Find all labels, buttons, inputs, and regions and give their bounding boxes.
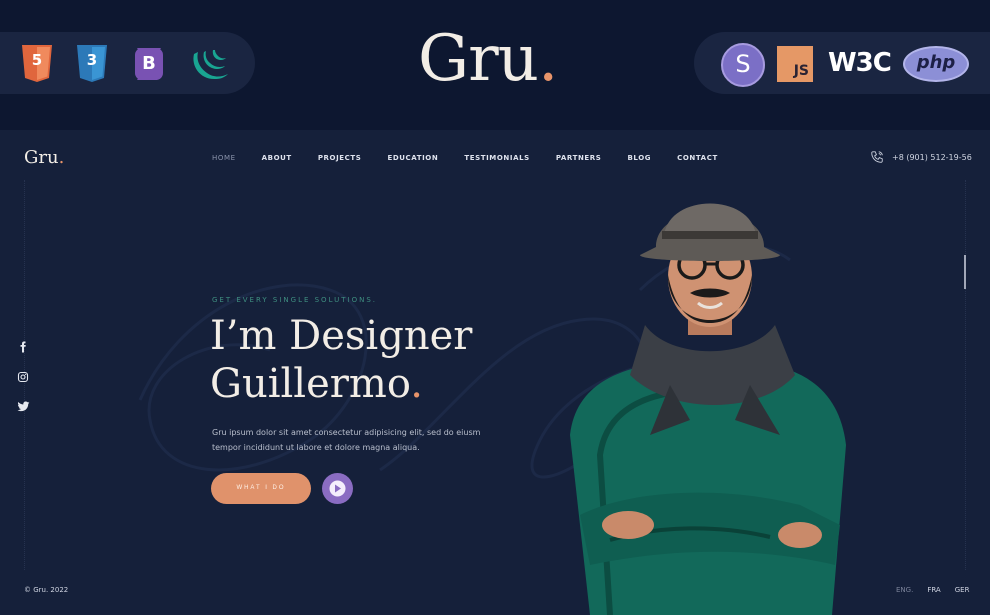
html5-icon: 5 xyxy=(20,43,54,83)
website-preview: Gru. HOME ABOUT PROJECTS EDUCATION TESTI… xyxy=(0,130,990,615)
nav-blog[interactable]: BLOG xyxy=(627,154,651,162)
main-nav: HOME ABOUT PROJECTS EDUCATION TESTIMONIA… xyxy=(212,154,744,162)
what-i-do-button[interactable]: WHAT I DO xyxy=(211,473,311,504)
headline-dot: . xyxy=(410,361,423,407)
facebook-icon[interactable] xyxy=(17,338,29,357)
lang-eng[interactable]: ENG. xyxy=(896,586,913,594)
bootstrap-icon: B xyxy=(129,44,169,84)
headline-line-1: I’m Designer xyxy=(210,313,473,359)
language-switcher: ENG. FRA GER xyxy=(896,586,969,594)
play-icon xyxy=(329,480,346,497)
nav-projects[interactable]: PROJECTS xyxy=(318,154,362,162)
phone-number: +8 (901) 512-19-56 xyxy=(892,152,972,162)
phone-icon xyxy=(871,151,883,163)
hero-eyebrow: GET EVERY SINGLE SOLUTIONS. xyxy=(212,296,377,304)
portrait-photo xyxy=(570,203,846,615)
phone-contact[interactable]: +8 (901) 512-19-56 xyxy=(870,150,972,164)
promo-banner: 5 3 B Gru. S JS W3C php xyxy=(0,0,990,130)
divider-right xyxy=(965,180,966,570)
play-video-button[interactable] xyxy=(322,473,353,504)
javascript-icon: JS xyxy=(777,46,813,82)
brand-logo: Gru. xyxy=(418,22,558,96)
w3c-icon: W3C xyxy=(828,48,892,78)
instagram-icon[interactable] xyxy=(17,368,29,387)
nav-education[interactable]: EDUCATION xyxy=(387,154,438,162)
hero-description: Gru ipsum dolor sit amet consectetur adi… xyxy=(212,428,481,452)
nav-testimonials[interactable]: TESTIMONIALS xyxy=(464,154,529,162)
lang-ger[interactable]: GER xyxy=(955,586,970,594)
scroll-indicator[interactable] xyxy=(964,255,966,289)
twitter-icon[interactable] xyxy=(17,398,30,417)
nav-contact[interactable]: CONTACT xyxy=(677,154,718,162)
nav-about[interactable]: ABOUT xyxy=(262,154,292,162)
sass-icon: S xyxy=(721,43,765,87)
jquery-icon xyxy=(190,44,232,88)
css3-icon: 3 xyxy=(75,43,109,83)
site-logo[interactable]: Gru. xyxy=(24,147,64,168)
headline-line-2: Guillermo xyxy=(210,361,411,407)
nav-home[interactable]: HOME xyxy=(212,154,236,162)
copyright: © Gru. 2022 xyxy=(24,586,69,594)
php-icon: php xyxy=(903,46,969,82)
lang-fra[interactable]: FRA xyxy=(927,586,940,594)
hero-headline: I’m Designer Guillermo. xyxy=(210,312,472,408)
nav-partners[interactable]: PARTNERS xyxy=(556,154,602,162)
